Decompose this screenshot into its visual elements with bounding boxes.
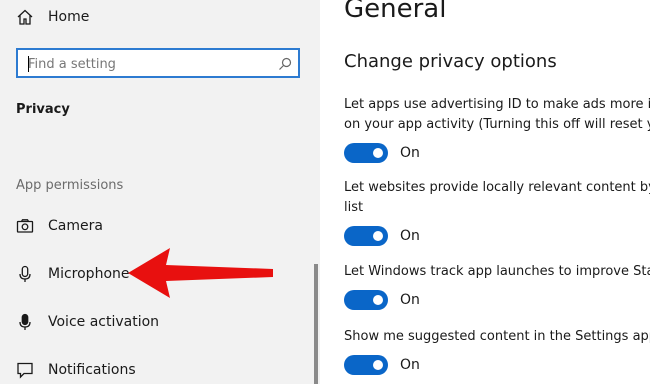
toggle-knob bbox=[373, 360, 383, 370]
home-label: Home bbox=[48, 9, 90, 25]
toggle-knob bbox=[373, 231, 383, 241]
sidebar-item-camera[interactable]: Camera bbox=[16, 214, 103, 238]
home-icon bbox=[16, 8, 34, 26]
page-title: General bbox=[344, 0, 447, 24]
search-box[interactable] bbox=[16, 48, 300, 78]
toggle-state-label: On bbox=[400, 292, 420, 308]
microphone-icon bbox=[16, 265, 34, 283]
sidebar-scrollbar[interactable] bbox=[314, 264, 318, 384]
sidebar-item-notifications[interactable]: Notifications bbox=[16, 358, 136, 382]
section-subtitle: Change privacy options bbox=[344, 51, 557, 72]
toggle-state-label: On bbox=[400, 228, 420, 244]
voice-activation-icon bbox=[16, 313, 34, 331]
annotation-arrow bbox=[128, 248, 273, 298]
camera-icon bbox=[16, 217, 34, 235]
search-input[interactable] bbox=[28, 52, 268, 76]
option-description-line: Let websites provide locally relevant co… bbox=[344, 180, 650, 195]
option-description-suggested-content: Show me suggested content in the Setting… bbox=[344, 327, 650, 347]
toggle-row-advertising-id: On bbox=[344, 143, 420, 163]
section-title-privacy: Privacy bbox=[16, 102, 70, 117]
sidebar-item-label: Microphone bbox=[48, 266, 130, 282]
sidebar-item-label: Notifications bbox=[48, 362, 136, 378]
option-description-line: Let apps use advertising ID to make ads … bbox=[344, 97, 650, 112]
option-description-line: Let Windows track app launches to improv… bbox=[344, 264, 650, 279]
toggle-switch-local-content[interactable] bbox=[344, 226, 388, 246]
option-description-advertising-id: Let apps use advertising ID to make ads … bbox=[344, 95, 650, 135]
toggle-state-label: On bbox=[400, 357, 420, 373]
sidebar-item-microphone[interactable]: Microphone bbox=[16, 262, 130, 286]
option-description-line: Show me suggested content in the Setting… bbox=[344, 329, 650, 344]
option-description-line: on your app activity (Turning this off w… bbox=[344, 117, 650, 132]
toggle-row-local-content: On bbox=[344, 226, 420, 246]
toggle-row-app-launches: On bbox=[344, 290, 420, 310]
toggle-knob bbox=[373, 295, 383, 305]
option-description-line: list bbox=[344, 200, 364, 215]
settings-main-pane: General Change privacy options Let apps … bbox=[320, 0, 650, 384]
toggle-switch-advertising-id[interactable] bbox=[344, 143, 388, 163]
option-description-local-content: Let websites provide locally relevant co… bbox=[344, 178, 650, 218]
toggle-switch-suggested-content[interactable] bbox=[344, 355, 388, 375]
home-nav-item[interactable]: Home bbox=[16, 5, 89, 29]
sidebar-item-voice-activation[interactable]: Voice activation bbox=[16, 310, 159, 334]
search-icon[interactable] bbox=[278, 56, 292, 75]
toggle-state-label: On bbox=[400, 145, 420, 161]
settings-sidebar: Home Privacy App permissions Camera bbox=[0, 0, 320, 384]
option-description-app-launches: Let Windows track app launches to improv… bbox=[344, 262, 650, 282]
notifications-icon bbox=[16, 361, 34, 379]
sidebar-item-label: Voice activation bbox=[48, 314, 160, 330]
group-header-app-permissions: App permissions bbox=[16, 178, 124, 193]
toggle-row-suggested-content: On bbox=[344, 355, 420, 375]
toggle-switch-app-launches[interactable] bbox=[344, 290, 388, 310]
sidebar-item-label: Camera bbox=[48, 218, 103, 234]
toggle-knob bbox=[373, 148, 383, 158]
